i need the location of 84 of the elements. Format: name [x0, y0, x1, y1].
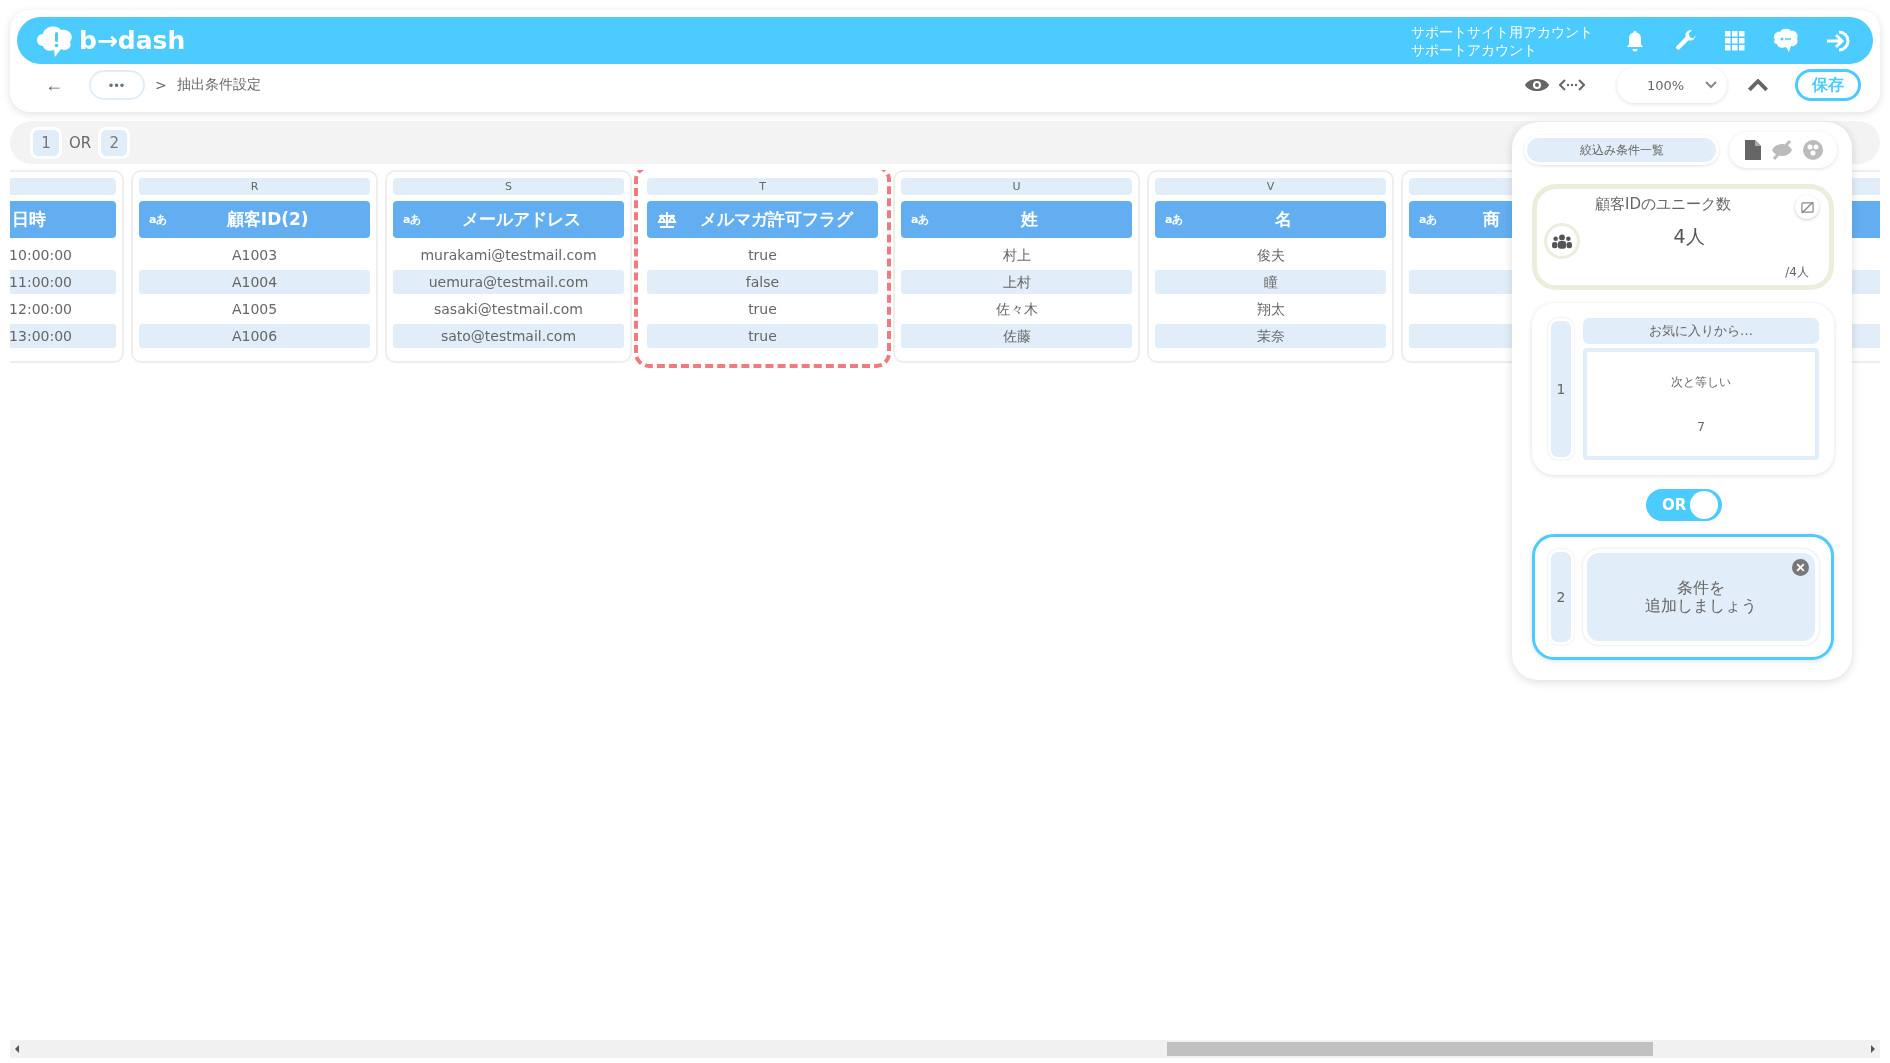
tab[interactable]: 絞込み条件一覧 — [1524, 135, 1719, 165]
column-title: 姓 — [1019, 208, 1040, 231]
back-button[interactable]: ← — [45, 74, 79, 96]
table-cell: false — [647, 270, 878, 294]
chevron-up-icon[interactable] — [1747, 78, 1769, 92]
table-cell: A1006 — [139, 324, 370, 348]
column-title: 商 — [1482, 208, 1501, 231]
hide-button[interactable] — [1795, 195, 1819, 219]
people-icon — [1552, 233, 1572, 249]
chevron-down-icon — [1705, 81, 1717, 89]
column-title: 顧客ID(2) — [225, 208, 310, 231]
table-cell: 13:00:00 — [10, 324, 116, 348]
table-cell-text: sasaki@testmail.com — [433, 300, 584, 319]
grid-icon[interactable] — [1725, 30, 1745, 51]
close-icon[interactable] — [1792, 559, 1809, 576]
table-cell-text: A1005 — [230, 300, 279, 319]
condition-source: お気に入りから… — [1583, 318, 1819, 344]
crossed-out-icon — [1800, 200, 1814, 214]
circles-icon[interactable] — [1803, 140, 1823, 160]
breadcrumb-separator: > — [155, 77, 167, 93]
table-cell-text: 佐々木 — [994, 300, 1039, 319]
text-type-icon: aあ — [1419, 212, 1438, 227]
table-cell-text: true — [747, 246, 778, 265]
account-name: サポートサイト用アカウント — [1411, 22, 1593, 41]
table-cell-text: 10:00:00 — [10, 246, 73, 265]
column-title: 日時 — [11, 208, 47, 231]
text-type-icon: aあ — [911, 212, 930, 227]
metric-title: 顧客IDのユニーク数 — [1594, 195, 1732, 214]
table-cell: 佐藤 — [901, 324, 1132, 348]
condition-number: 2 — [1548, 549, 1574, 645]
table-cell-text: true — [747, 300, 778, 319]
table-cell: true — [647, 324, 878, 348]
metric-total: /4人 — [1785, 264, 1809, 281]
table-cell-text: murakami@testmail.com — [419, 246, 598, 265]
column-title: 名 — [1274, 208, 1294, 231]
selected-column[interactable]: T メルマガ許可フラグ true false true true — [639, 170, 886, 363]
column-letter: R — [139, 178, 370, 195]
text-type-icon: aあ — [1165, 212, 1184, 227]
condition-operator: 次と等しい — [1670, 374, 1732, 392]
add-condition-prompt: 追加しましょう — [1645, 597, 1757, 615]
table-cell-text: A1003 — [230, 246, 279, 265]
table-cell: 11:00:00 — [10, 270, 116, 294]
column-letter: U — [901, 178, 1132, 195]
table-cell-text: 村上 — [1001, 246, 1032, 265]
condition-number: 1 — [1548, 318, 1574, 460]
table-cell: 上村 — [901, 270, 1132, 294]
account-name: サポートアカウント — [1411, 40, 1538, 59]
more-button[interactable]: ••• — [89, 70, 145, 100]
condition-value: 7 — [1696, 419, 1706, 434]
scrollbar-thumb[interactable] — [1167, 1042, 1653, 1056]
code-icon[interactable] — [1559, 78, 1585, 92]
zoom-select[interactable]: 100% — [1617, 67, 1727, 103]
column-letter: T — [647, 178, 878, 195]
scale-icon — [657, 210, 677, 229]
eye-icon[interactable] — [1525, 77, 1549, 93]
table-cell: sato@testmail.com — [393, 324, 624, 348]
add-condition-prompt: 条件を — [1677, 579, 1725, 597]
column-card[interactable]: R aあ 顧客ID(2) A1003 A1004 A1005 A1006 — [131, 170, 378, 363]
column-letter: V — [1155, 178, 1386, 195]
condition-card[interactable]: 1 お気に入りから… 次と等しい 7 — [1532, 303, 1834, 475]
table-cell-text: 12:00:00 — [10, 300, 73, 319]
table-cell-text: 翔太 — [1255, 300, 1286, 319]
text-type-icon: aあ — [403, 212, 422, 227]
table-cell: A1004 — [139, 270, 370, 294]
text-type-icon: aあ — [149, 212, 168, 227]
table-cell: 茉奈 — [1155, 324, 1386, 348]
table-cell: uemura@testmail.com — [393, 270, 624, 294]
group-chip[interactable]: 2 — [98, 126, 131, 159]
group-chip[interactable]: 1 — [30, 126, 62, 159]
joiner-label: OR — [69, 133, 92, 152]
metric-value: 4人 — [1672, 224, 1706, 249]
column-title: メールアドレス — [461, 208, 583, 231]
condition-card[interactable]: 2 条件を 追加しましょう — [1532, 534, 1834, 660]
table-cell: 瞳 — [1155, 270, 1386, 294]
column-card[interactable]: S aあ メールアドレス murakami@testmail.com uemura@testmail.com sasaki@testmail.com sato@testmail.com — [385, 170, 632, 363]
column-letter: S — [393, 178, 624, 195]
column-card[interactable]: V aあ 名 俊夫 瞳 翔太 茉奈 — [1147, 170, 1394, 363]
document-icon[interactable] — [1745, 140, 1761, 160]
column-title: メルマガ許可フラグ — [699, 208, 855, 231]
logo-text: b→dash — [79, 26, 186, 55]
hidden-icon[interactable] — [1771, 140, 1793, 160]
table-cell-text: 俊夫 — [1255, 246, 1286, 265]
breadcrumb-title: 抽出条件設定 — [176, 76, 261, 94]
column-card[interactable]: U aあ 姓 村上 上村 佐々木 佐藤 — [893, 170, 1140, 363]
